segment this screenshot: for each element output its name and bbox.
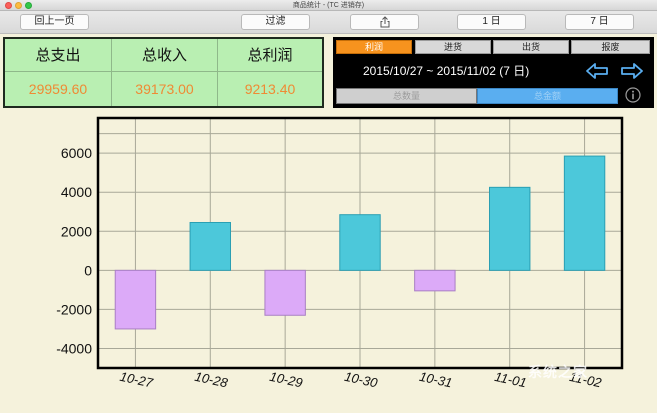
y-tick-label: -2000: [56, 301, 92, 317]
left-arrow-icon[interactable]: [585, 62, 609, 80]
total-profit-label: 总利润: [218, 39, 322, 72]
one-day-button[interactable]: 1 日: [457, 14, 526, 30]
toolbar: 回上一页 过滤 1 日 7 日: [0, 11, 657, 34]
bar-10-27: [114, 269, 157, 330]
total-profit-value: 9213.40: [244, 81, 296, 97]
y-tick-label: -4000: [56, 340, 92, 356]
x-tick-label: 10-28: [193, 369, 229, 391]
bar-10-29: [264, 269, 306, 316]
tab-purchase[interactable]: 进货: [415, 40, 491, 54]
y-tick-label: 2000: [61, 223, 92, 239]
tab-profit[interactable]: 利润: [336, 40, 412, 54]
mode-quantity-button[interactable]: 总数量: [336, 88, 477, 104]
x-tick-label: 11-01: [493, 369, 528, 390]
x-tick-label: 10-27: [119, 369, 155, 391]
bar-11-01: [489, 186, 531, 271]
watermark: 系统之家: [528, 364, 588, 380]
total-expense-cell: 总支出 29959.60: [5, 39, 111, 106]
info-icon[interactable]: [625, 87, 641, 103]
x-tick-label: 10-29: [268, 369, 304, 391]
y-tick-label: 4000: [61, 184, 92, 200]
title-bar: 商品统计 - (TC 进销存): [0, 0, 657, 11]
x-tick-label: 10-30: [343, 369, 379, 391]
bar-10-31: [414, 269, 456, 292]
share-button[interactable]: [350, 14, 419, 30]
total-expense-value: 29959.60: [28, 81, 88, 97]
y-tick-label: 0: [84, 262, 92, 278]
bar-10-30: [339, 214, 381, 271]
date-range: 2015/10/27 ~ 2015/11/02 (7 日): [363, 64, 530, 78]
total-expense-label: 总支出: [5, 39, 111, 72]
back-button[interactable]: 回上一页: [20, 14, 89, 30]
y-tick-label: 6000: [61, 145, 92, 161]
control-panel: 利润 进货 出货 报废 2015/10/27 ~ 2015/11/02 (7 日…: [333, 37, 654, 108]
total-income-value: 39173.00: [135, 81, 194, 97]
tab-sales[interactable]: 出货: [493, 40, 569, 54]
window-title: 商品统计 - (TC 进销存): [292, 2, 365, 9]
tab-scrap[interactable]: 报废: [571, 40, 650, 54]
x-tick-label: 10-31: [418, 369, 454, 391]
total-profit-cell: 总利润 9213.40: [217, 39, 322, 106]
seven-day-button[interactable]: 7 日: [565, 14, 634, 30]
mode-amount-button[interactable]: 总金额: [477, 88, 618, 104]
filter-button[interactable]: 过滤: [241, 14, 310, 30]
total-income-cell: 总收入 39173.00: [111, 39, 217, 106]
bar-11-02: [563, 155, 606, 271]
share-icon: [380, 16, 389, 28]
bar-10-28: [189, 221, 231, 271]
summary-panel: 总支出 29959.60 总收入 39173.00 总利润 9213.40: [3, 37, 324, 108]
total-income-label: 总收入: [112, 39, 217, 72]
right-arrow-icon[interactable]: [620, 62, 644, 80]
